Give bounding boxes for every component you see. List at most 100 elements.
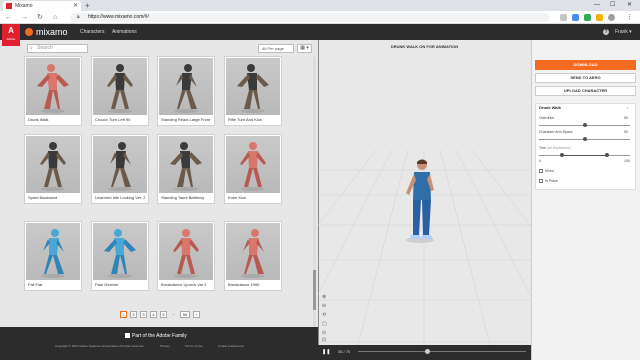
character-model: [406, 159, 434, 243]
animation-card-title: Unarmed Idle Looking Ver. 2: [95, 195, 146, 200]
animation-thumbnail: [93, 223, 147, 280]
library-scrollbar-thumb[interactable]: [313, 270, 316, 310]
mixamo-logo-text[interactable]: mixamo: [36, 26, 68, 38]
frame-counter: 36 / 70: [338, 349, 351, 354]
search-placeholder: Search: [37, 45, 53, 51]
send-to-aero-button[interactable]: SEND TO AERO: [535, 73, 636, 83]
per-page-select[interactable]: 48 Per page: [258, 44, 294, 53]
grid-view-button[interactable]: ▦ ▾: [297, 44, 312, 53]
tab-title: Mixamo: [15, 3, 33, 9]
footer-link-terms[interactable]: Terms of Use: [185, 344, 203, 349]
animation-card[interactable]: Fall Flat: [24, 221, 82, 291]
url-text: https://www.mixamo.com/#/: [88, 14, 149, 20]
viewer-tool-skeleton[interactable]: ⊡: [322, 337, 326, 344]
timeline-track[interactable]: [358, 351, 526, 352]
browser-tab[interactable]: Mixamo ✕: [3, 1, 81, 11]
extension-icon[interactable]: [584, 14, 591, 21]
page-button[interactable]: 3: [140, 311, 147, 318]
nav-characters[interactable]: Characters: [80, 28, 104, 36]
animation-thumbnail: [226, 58, 280, 115]
animation-card[interactable]: Pain Gesture: [91, 221, 149, 291]
animation-card-title: Standing Taunt Battlecry: [161, 195, 205, 200]
viewer-tool-frame[interactable]: ▢: [322, 321, 327, 328]
animation-thumbnail: [159, 58, 213, 115]
url-field[interactable]: 🔒︎ https://www.mixamo.com/#/: [70, 13, 550, 22]
animation-thumbnail: [26, 58, 80, 115]
animation-card[interactable]: Unarmed Idle Looking Ver. 2: [91, 134, 149, 204]
animation-name: Drunk Walk: [539, 105, 561, 110]
next-page-button[interactable]: ›: [193, 311, 200, 318]
animation-thumbnail: [26, 223, 80, 280]
animation-card-title: Breakdance 1990: [228, 282, 260, 287]
animation-card-title: Sprint Backward: [28, 195, 58, 200]
browser-menu-icon[interactable]: ⋮: [626, 13, 633, 22]
mirror-checkbox[interactable]: [539, 169, 543, 173]
upload-character-button[interactable]: UPLOAD CHARACTER: [535, 86, 636, 96]
adobe-family-label: Part of the Adobe Family: [125, 333, 187, 340]
adobe-logo[interactable]: A Adobe: [2, 24, 20, 46]
viewer-tool-zoom-in[interactable]: ⊕: [322, 294, 326, 301]
download-button[interactable]: DOWNLOAD: [535, 60, 636, 70]
animation-card-title: Pain Gesture: [95, 282, 119, 287]
viewer-tool-reset[interactable]: ⟲: [322, 312, 326, 319]
collapse-icon[interactable]: ›: [627, 105, 628, 111]
browser-window: Mixamo ✕ + — ☐ ✕ ← → ↻ ⌂ 🔒︎ https://www.…: [0, 0, 640, 360]
page-button[interactable]: 5: [160, 311, 167, 318]
extension-icon[interactable]: [572, 14, 579, 21]
animation-card[interactable]: Breakdance 1990: [224, 221, 282, 291]
animation-thumbnail: [93, 136, 147, 193]
arm-space-slider-knob[interactable]: [582, 137, 587, 141]
footer: [0, 327, 318, 360]
pause-icon[interactable]: ❚❚: [322, 348, 330, 356]
animation-card[interactable]: Sprint Backward: [24, 134, 82, 204]
animation-card[interactable]: Standing Taunt Battlecry: [157, 134, 215, 204]
overdrive-slider-knob[interactable]: [582, 123, 587, 127]
reload-icon[interactable]: ↻: [37, 13, 43, 22]
animation-card[interactable]: Rifle Turn And Kick: [224, 56, 282, 126]
trim-start-knob[interactable]: [559, 153, 564, 157]
animation-card[interactable]: Crouch Turn Left 90: [91, 56, 149, 126]
timeline-scrubber[interactable]: [424, 349, 430, 354]
search-input[interactable]: ⌕ Search: [27, 44, 88, 53]
user-menu[interactable]: Frank ▾: [615, 28, 632, 36]
slider-label-overdrive: Overdrive: [539, 116, 555, 120]
nav-animations[interactable]: Animations: [112, 28, 137, 36]
animation-thumbnail: [26, 136, 80, 193]
animation-card[interactable]: Drunk Walk: [24, 56, 82, 126]
page-button[interactable]: 2: [130, 311, 137, 318]
animation-card-title: Crouch Turn Left 90: [95, 117, 131, 122]
page-button[interactable]: 1: [120, 311, 127, 318]
viewer-tool-orbit[interactable]: ⊙: [322, 330, 326, 337]
animation-card[interactable]: Breakdance Uprock Var 2: [157, 221, 215, 291]
slider-value-arm-space: 50: [624, 130, 628, 134]
home-icon[interactable]: ⌂: [53, 13, 57, 22]
in-place-checkbox[interactable]: [539, 179, 543, 183]
footer-link-privacy[interactable]: Privacy: [160, 344, 170, 349]
animation-card[interactable]: Knee Kick: [224, 134, 282, 204]
tab-close-icon[interactable]: ✕: [73, 1, 78, 11]
viewer-title: DRUNK WALK ON FOR ANIMATION: [390, 44, 459, 49]
animation-card-title: Breakdance Uprock Var 2: [161, 282, 207, 287]
new-tab-button[interactable]: +: [85, 1, 90, 11]
extension-icon[interactable]: [596, 14, 603, 21]
in-place-label: In Place: [545, 179, 558, 183]
page-button[interactable]: 50: [180, 311, 190, 318]
footer-link-cookies[interactable]: Cookie preferences: [218, 344, 244, 349]
search-icon: ⌕: [30, 45, 33, 51]
help-icon[interactable]: ?: [603, 29, 609, 35]
forward-arrow-icon[interactable]: →: [21, 13, 28, 22]
star-icon[interactable]: [560, 14, 567, 21]
animation-thumbnail: [159, 136, 213, 193]
mixamo-logo-icon: [25, 28, 33, 36]
animation-thumbnail: [226, 136, 280, 193]
maximize-button[interactable]: ☐: [610, 0, 615, 11]
lock-icon: 🔒︎: [77, 14, 80, 20]
viewer-tool-zoom-out[interactable]: ⊖: [322, 303, 326, 310]
back-arrow-icon[interactable]: ←: [5, 13, 12, 22]
animation-card[interactable]: Standing React Large From: [157, 56, 215, 126]
animation-thumbnail: [93, 58, 147, 115]
close-window-button[interactable]: ✕: [627, 0, 632, 11]
page-button[interactable]: 4: [150, 311, 157, 318]
minimize-button[interactable]: —: [594, 0, 600, 11]
profile-icon[interactable]: [608, 14, 615, 21]
